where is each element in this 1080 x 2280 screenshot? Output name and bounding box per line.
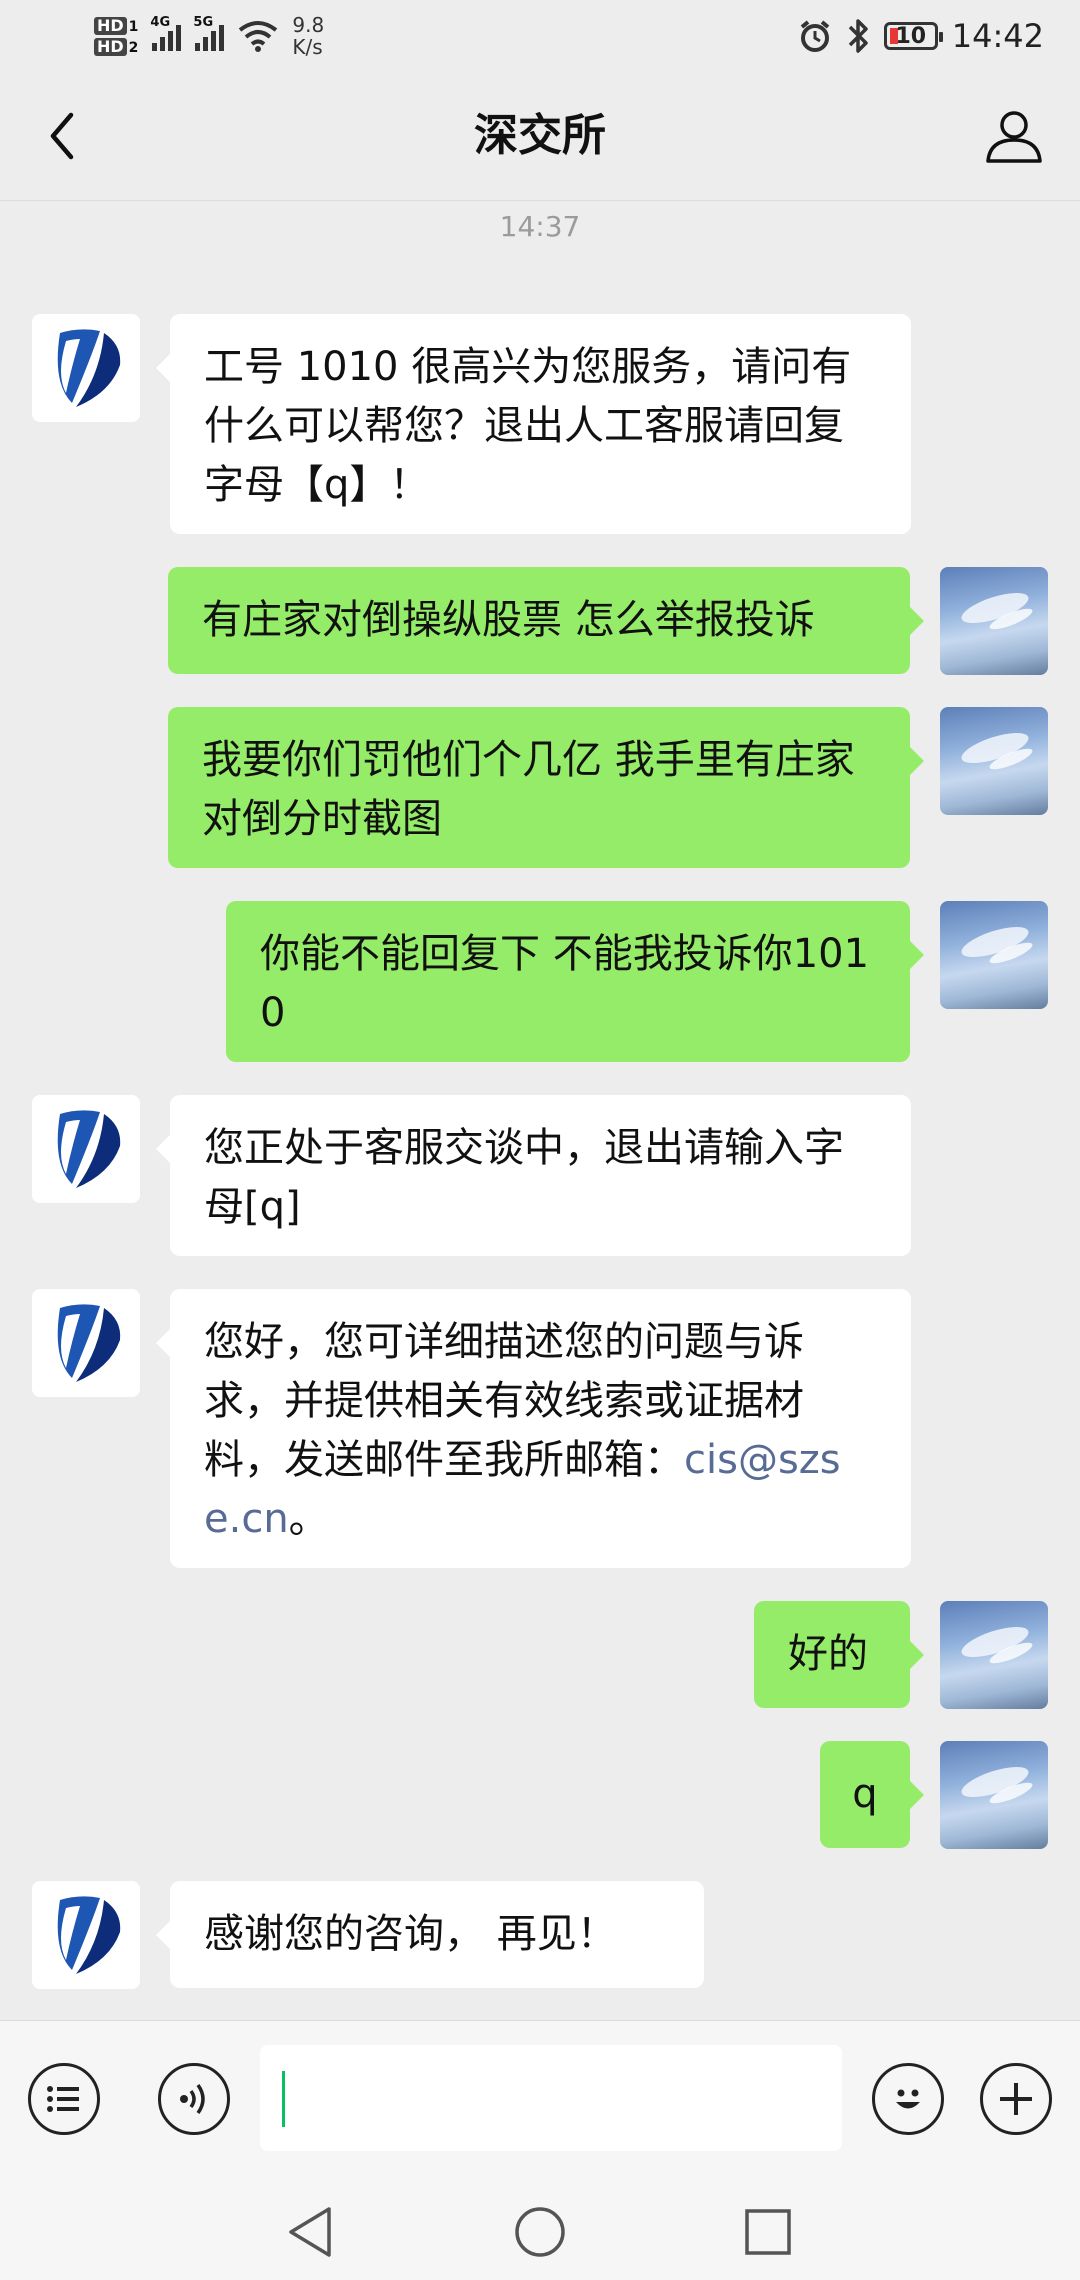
- message-bubble-sent[interactable]: q: [820, 1741, 924, 1848]
- message-bubble-received[interactable]: 工号 1010 很高兴为您服务，请问有什么可以帮您？退出人工客服请回复字母【q】…: [156, 314, 911, 534]
- network-speed: 9.8 K/s: [292, 14, 324, 58]
- message-bubble-sent[interactable]: 我要你们罚他们个几亿 我手里有庄家对倒分时截图: [168, 707, 924, 868]
- message-text: 好的: [788, 1631, 868, 1677]
- szse-logo-icon: [57, 1896, 121, 1974]
- system-nav-bar: [0, 2180, 1080, 2280]
- alarm-icon: [800, 20, 830, 52]
- hd2-sub: 2: [128, 40, 139, 56]
- status-left: HD 1 HD 2 4G 5G 9.8 K/s: [94, 8, 324, 64]
- nav-home-icon: [515, 2207, 565, 2257]
- emoji-button[interactable]: [872, 2063, 944, 2135]
- szse-logo-icon: [57, 1304, 121, 1382]
- message-bubble-received[interactable]: 感谢您的咨询， 再见！: [156, 1881, 704, 1988]
- chevron-left-icon: [50, 112, 74, 160]
- message-input[interactable]: [260, 2045, 842, 2151]
- add-button[interactable]: [980, 2063, 1052, 2135]
- message-text: 感谢您的咨询， 再见！: [204, 1911, 617, 1957]
- message-text: 工号 1010 很高兴为您服务，请问有什么可以帮您？退出人工客服请回复字母【q】…: [204, 344, 852, 508]
- back-button[interactable]: [34, 108, 90, 164]
- sig2-tag: 5G: [193, 15, 214, 30]
- voice-button[interactable]: [158, 2063, 230, 2135]
- page-title: 深交所: [474, 110, 606, 161]
- message-bubble-received[interactable]: 您好，您可详细描述您的问题与诉求，并提供相关有效线索或证据材料，发送邮件至我所邮…: [156, 1289, 911, 1568]
- message-input-field[interactable]: [260, 2045, 842, 2151]
- battery-icon: 10: [883, 22, 943, 50]
- szse-logo-icon: [57, 1110, 121, 1188]
- hd1-badge: HD: [94, 17, 127, 35]
- nav-back-icon: [289, 2207, 331, 2257]
- status-time: 14:42: [951, 17, 1044, 55]
- bot-avatar[interactable]: [32, 1095, 140, 1203]
- user-avatar[interactable]: [940, 1741, 1048, 1849]
- speed-unit: K/s: [292, 35, 323, 59]
- nav-home-button[interactable]: [510, 2202, 570, 2262]
- user-avatar[interactable]: [940, 901, 1048, 1009]
- message-text-end: 。: [288, 1496, 329, 1542]
- message-bubble-sent[interactable]: 你能不能回复下 不能我投诉你1010: [226, 901, 924, 1062]
- add-icon: [1000, 2083, 1032, 2115]
- bot-avatar[interactable]: [32, 314, 140, 422]
- chat-timestamp: 14:37: [499, 210, 581, 243]
- text-caret: [282, 2071, 285, 2127]
- bot-avatar[interactable]: [32, 1289, 140, 1397]
- emoji-icon: [896, 2089, 920, 2109]
- message-text: 我要你们罚他们个几亿 我手里有庄家对倒分时截图: [202, 737, 855, 842]
- menu-button[interactable]: [28, 2063, 100, 2135]
- szse-logo-icon: [57, 329, 121, 407]
- nav-recents-button[interactable]: [738, 2202, 798, 2262]
- battery-level: 10: [895, 23, 927, 49]
- status-bar: HD 1 HD 2 4G 5G 9.8 K/s 10 14:42: [0, 0, 1080, 72]
- message-bubble-sent[interactable]: 有庄家对倒操纵股票 怎么举报投诉: [168, 567, 924, 674]
- voice-icon: [180, 2083, 205, 2115]
- signal-icon-2: 5G: [193, 15, 225, 51]
- sig1-tag: 4G: [150, 15, 171, 30]
- status-right: 10 14:42: [798, 10, 1044, 62]
- message-text: q: [852, 1771, 878, 1817]
- hd-indicator: HD 1 HD 2: [94, 16, 138, 56]
- hd1-sub: 1: [128, 19, 139, 35]
- message-bubble-sent[interactable]: 好的: [754, 1601, 924, 1708]
- wifi-icon: [239, 21, 278, 52]
- message-text: 有庄家对倒操纵股票 怎么举报投诉: [202, 597, 815, 643]
- profile-button[interactable]: [982, 106, 1046, 166]
- user-avatar[interactable]: [940, 567, 1048, 675]
- message-text: 你能不能回复下 不能我投诉你1010: [260, 931, 870, 1036]
- signal-icon: 4G: [150, 15, 182, 51]
- nav-recents-icon: [745, 2209, 791, 2255]
- user-avatar[interactable]: [940, 1601, 1048, 1709]
- hd2-badge: HD: [94, 38, 127, 56]
- bot-avatar[interactable]: [32, 1881, 140, 1989]
- user-avatar[interactable]: [940, 707, 1048, 815]
- message-bubble-received[interactable]: 您正处于客服交谈中，退出请输入字母[q]: [156, 1095, 911, 1256]
- person-icon: [986, 111, 1042, 163]
- nav-back-button[interactable]: [280, 2202, 340, 2262]
- input-bar: [0, 2020, 1080, 2181]
- bluetooth-icon: [848, 19, 868, 53]
- chat-header: 深交所: [0, 72, 1080, 201]
- speed-value: 9.8: [292, 13, 325, 37]
- message-text: 您正处于客服交谈中，退出请输入字母[q]: [204, 1125, 844, 1230]
- menu-list-icon: [47, 2086, 79, 2112]
